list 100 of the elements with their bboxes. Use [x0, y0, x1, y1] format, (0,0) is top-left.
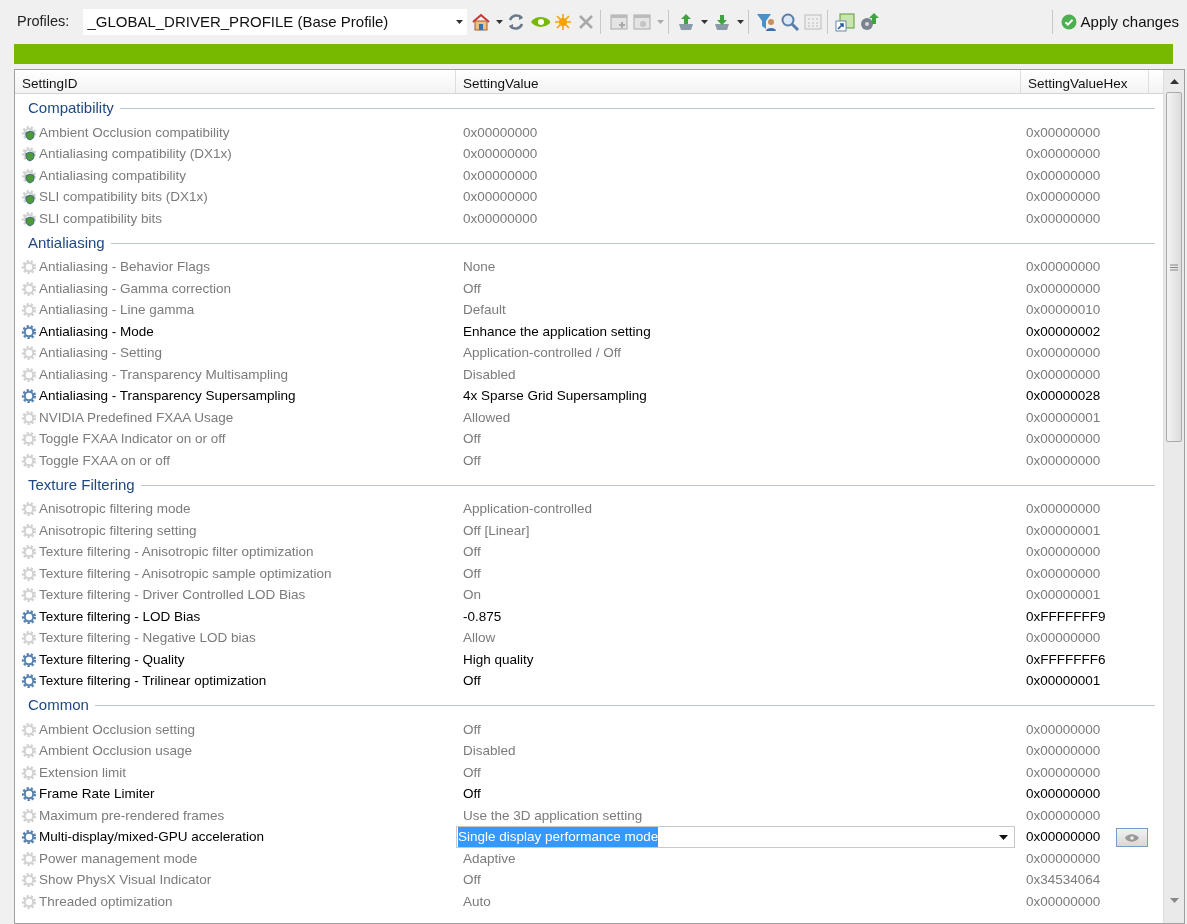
setting-value: On [463, 586, 481, 605]
setting-name: Texture filtering - Driver Controlled LOD Bias [39, 586, 306, 605]
setting-hex-value: 0x00000000 [1026, 564, 1101, 583]
column-header[interactable]: SettingValueHex [1021, 70, 1149, 93]
setting-value: Auto [463, 892, 491, 911]
setting-hex-value: 0x00000000 [1026, 365, 1101, 384]
setting-name: Antialiasing - Mode [39, 322, 154, 341]
column-header[interactable]: SettingID [15, 70, 456, 93]
setting-value: Off [463, 871, 481, 890]
setting-name: SLI compatibility bits (DX1x) [39, 188, 208, 207]
setting-hex-value: 0x00000000 [1026, 828, 1101, 847]
setting-name: Antialiasing - Transparency Supersampling [39, 387, 296, 406]
setting-hex-value: 0x00000000 [1026, 892, 1101, 911]
setting-hex-value: 0x34534064 [1026, 871, 1101, 890]
setting-name: Antialiasing - Transparency Multisampling [39, 365, 289, 384]
setting-name: Extension limit [39, 763, 127, 782]
setting-hex-value: 0x00000010 [1026, 301, 1101, 320]
setting-name: Texture filtering - LOD Bias [39, 607, 201, 626]
setting-value: Off [463, 543, 481, 562]
setting-value: 0x00000000 [463, 145, 538, 164]
setting-name: Antialiasing compatibility (DX1x) [39, 145, 232, 164]
setting-name: Texture filtering - Negative LOD bias [39, 629, 256, 648]
setting-value: Enhance the application setting [463, 322, 651, 341]
setting-hex-value: 0xFFFFFFF9 [1026, 607, 1106, 626]
profiles-label: Profiles: [17, 12, 70, 32]
setting-hex-value: 0x00000000 [1026, 344, 1101, 363]
setting-value: Allowed [463, 408, 511, 427]
setting-value: -0.875 [463, 607, 502, 626]
setting-hex-value: 0x00000000 [1026, 785, 1101, 804]
setting-name: Texture filtering - Anisotropic sample optimization [39, 564, 332, 583]
setting-name: Antialiasing - Behavior Flags [39, 258, 211, 277]
setting-hex-value: 0x00000000 [1026, 123, 1101, 142]
setting-value: Disabled [463, 742, 516, 761]
setting-hex-value: 0xFFFFFFF6 [1026, 650, 1106, 669]
setting-hex-value: 0x00000000 [1026, 543, 1101, 562]
setting-name: Ambient Occlusion compatibility [39, 123, 230, 142]
setting-name: Texture filtering - Trilinear optimization [39, 672, 267, 691]
column-header[interactable]: SettingValue [456, 70, 1021, 93]
setting-value: Application-controlled [463, 500, 593, 519]
group-header: Common [28, 695, 89, 716]
setting-name: Toggle FXAA on or off [39, 451, 171, 470]
setting-hex-value: 0x00000000 [1026, 629, 1101, 648]
setting-name: Show PhysX Visual Indicator [39, 871, 212, 890]
setting-name: Antialiasing - Gamma correction [39, 279, 232, 298]
setting-value: Off [463, 564, 481, 583]
setting-hex-value: 0x00000000 [1026, 258, 1101, 277]
setting-name: Antialiasing - Line gamma [39, 301, 195, 320]
apply-changes-button[interactable]: Apply changes [1057, 8, 1179, 36]
setting-value: Off [463, 279, 481, 298]
setting-hex-value: 0x00000001 [1026, 672, 1101, 691]
setting-hex-value: 0x00000000 [1026, 166, 1101, 185]
setting-name: Texture filtering - Anisotropic filter optimization [39, 543, 314, 562]
setting-value: 0x00000000 [463, 166, 538, 185]
setting-hex-value: 0x00000000 [1026, 451, 1101, 470]
setting-value: Application-controlled / Off [463, 344, 622, 363]
setting-name: Anisotropic filtering setting [39, 521, 197, 540]
setting-hex-value: 0x00000001 [1026, 586, 1101, 605]
setting-value: Off [463, 451, 481, 470]
setting-value: Off [463, 763, 481, 782]
setting-value: 0x00000000 [463, 123, 538, 142]
setting-value: Default [463, 301, 506, 320]
setting-name: Power management mode [39, 849, 198, 868]
setting-hex-value: 0x00000000 [1026, 188, 1101, 207]
setting-hex-value: 0x00000028 [1026, 387, 1101, 406]
setting-name: Ambient Occlusion setting [39, 720, 196, 739]
setting-hex-value: 0x00000000 [1026, 500, 1101, 519]
setting-name: Frame Rate Limiter [39, 785, 155, 804]
group-header: Antialiasing [28, 232, 105, 253]
profile-dropdown[interactable]: _GLOBAL_DRIVER_PROFILE (Base Profile) [83, 9, 468, 35]
setting-hex-value: 0x00000000 [1026, 430, 1101, 449]
group-header: Compatibility [28, 98, 114, 119]
setting-value: 0x00000000 [463, 209, 538, 228]
setting-value: High quality [463, 650, 534, 669]
setting-value: Off [463, 785, 481, 804]
setting-value: 4x Sparse Grid Supersampling [463, 387, 647, 406]
group-header: Texture Filtering [28, 474, 135, 495]
setting-name: Toggle FXAA Indicator on or off [39, 430, 226, 449]
setting-value: Off [463, 672, 481, 691]
setting-value: Use the 3D application setting [463, 806, 643, 825]
setting-name: Anisotropic filtering mode [39, 500, 191, 519]
setting-hex-value: 0x00000001 [1026, 408, 1101, 427]
setting-hex-value: 0x00000000 [1026, 145, 1101, 164]
setting-hex-value: 0x00000000 [1026, 209, 1101, 228]
setting-name: Antialiasing compatibility [39, 166, 187, 185]
setting-name: Multi-display/mixed-GPU acceleration [39, 828, 265, 847]
setting-hex-value: 0x00000000 [1026, 279, 1101, 298]
setting-value: Disabled [463, 365, 516, 384]
setting-hex-value: 0x00000000 [1026, 849, 1101, 868]
setting-name: Texture filtering - Quality [39, 650, 185, 669]
setting-value: None [463, 258, 496, 277]
setting-name: NVIDIA Predefined FXAA Usage [39, 408, 234, 427]
setting-hex-value: 0x00000000 [1026, 763, 1101, 782]
setting-hex-value: 0x00000002 [1026, 322, 1101, 341]
setting-hex-value: 0x00000000 [1026, 806, 1101, 825]
setting-value: Off [463, 430, 481, 449]
setting-name: SLI compatibility bits [39, 209, 163, 228]
setting-value: Adaptive [463, 849, 516, 868]
setting-name: Maximum pre-rendered frames [39, 806, 225, 825]
setting-hex-value: 0x00000000 [1026, 742, 1101, 761]
setting-name: Antialiasing - Setting [39, 344, 163, 363]
